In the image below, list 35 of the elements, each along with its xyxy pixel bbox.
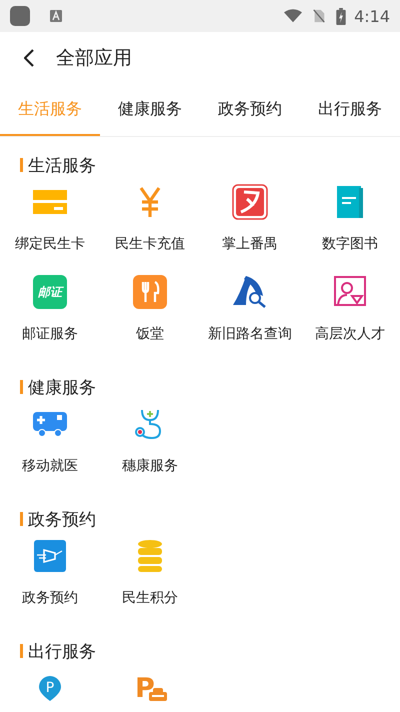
tab[interactable]: 健康服务 bbox=[100, 84, 200, 136]
clock: 4:14 bbox=[354, 6, 390, 26]
battery-charging-icon bbox=[336, 8, 346, 24]
app-label[interactable]: 数字图书 bbox=[322, 235, 378, 253]
tab[interactable]: 出行服务 bbox=[300, 84, 400, 136]
section-title: 健康服务 bbox=[28, 376, 96, 398]
tab[interactable]: 政务预约 bbox=[200, 84, 300, 136]
wifi-icon bbox=[284, 9, 302, 23]
app-icon bbox=[10, 6, 30, 26]
section-marker bbox=[20, 380, 23, 394]
app-label[interactable]: 掌上番禺 bbox=[222, 235, 278, 253]
section-marker bbox=[20, 644, 23, 658]
app-label[interactable]: 饭堂 bbox=[136, 325, 164, 343]
app-icon bbox=[232, 184, 268, 220]
notification-icon bbox=[50, 10, 62, 22]
app-label[interactable]: 绑定民生卡 bbox=[15, 235, 85, 253]
app-label[interactable]: 邮证服务 bbox=[22, 325, 78, 343]
section-title: 政务预约 bbox=[28, 508, 96, 530]
cutlery-icon bbox=[132, 274, 168, 310]
section-title: 生活服务 bbox=[28, 154, 96, 176]
post-logo: 邮证 bbox=[33, 275, 67, 309]
app-label[interactable]: 移动就医 bbox=[22, 457, 78, 475]
app-label[interactable]: 民生卡充值 bbox=[115, 235, 185, 253]
gov-app-icon bbox=[32, 538, 68, 574]
page-title: 全部应用 bbox=[56, 46, 132, 71]
section-title: 出行服务 bbox=[28, 640, 96, 662]
app-label[interactable]: 穗康服务 bbox=[122, 457, 178, 475]
road-search-icon bbox=[232, 274, 268, 310]
app-label[interactable]: 新旧路名查询 bbox=[208, 325, 292, 343]
section-marker bbox=[20, 158, 23, 172]
back-icon bbox=[24, 49, 34, 67]
app-label[interactable]: 高层次人才 bbox=[315, 325, 385, 343]
app-label[interactable]: 政务预约 bbox=[22, 589, 78, 607]
section-marker bbox=[20, 512, 23, 526]
app-label[interactable]: 民生积分 bbox=[122, 589, 178, 607]
